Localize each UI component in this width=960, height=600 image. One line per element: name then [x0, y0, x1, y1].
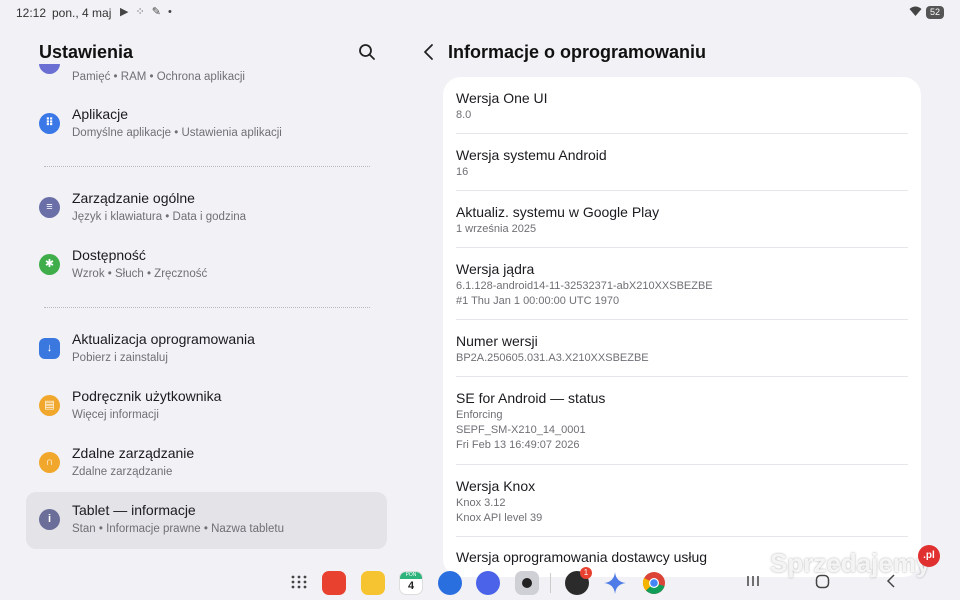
info-row-value: #1 Thu Jan 1 00:00:00 UTC 1970 [456, 295, 620, 307]
menu-item-software-update[interactable]: ↓ Aktualizacja oprogramowania Pobierz i … [26, 321, 387, 378]
settings-title: Ustawienia [39, 42, 134, 62]
camera-app-icon[interactable] [515, 571, 539, 595]
info-row-value: Fri Feb 13 16:49:07 2026 [456, 439, 580, 451]
dock-divider [550, 573, 551, 593]
menu-item-title: Aplikacje [72, 106, 129, 122]
calendar-app-icon[interactable]: PON 4 [399, 571, 423, 595]
menu-item-title: Aktualizacja oprogramowania [72, 331, 255, 347]
info-row-title: Wersja One UI [456, 90, 548, 106]
menu-item-title: Podręcznik użytkownika [72, 388, 222, 404]
menu-item-subtitle: Więcej informacji [72, 409, 159, 421]
chrome-app-icon[interactable] [642, 571, 666, 595]
app-drawer-icon[interactable] [291, 574, 307, 590]
divider [44, 166, 370, 167]
manual-icon: ▤ [39, 395, 60, 416]
watermark: Sprzedajemy [770, 548, 931, 578]
status-time: 12:12 [16, 6, 47, 20]
info-row-google-play-update[interactable]: Aktualiz. systemu w Google Play 1 wrześn… [443, 191, 921, 248]
messages-app-icon[interactable] [438, 571, 462, 595]
info-icon: i [39, 509, 60, 530]
menu-item-subtitle: Zdalne zarządzanie [72, 466, 173, 478]
calendar-day: 4 [407, 580, 415, 592]
menu-item-subtitle: Stan • Informacje prawne • Nazwa tabletu [72, 523, 284, 535]
notification-icons: ▶ ⁘ ✎ • [120, 6, 174, 18]
info-row-value: SEPF_SM-X210_14_0001 [456, 424, 586, 436]
settings-app-icon[interactable]: 1 [565, 567, 592, 595]
browser-app-icon[interactable] [476, 571, 500, 595]
info-row-title: Aktualiz. systemu w Google Play [456, 204, 660, 220]
info-row-value: 16 [456, 166, 469, 178]
menu-item-about-tablet[interactable]: i Tablet — informacje Stan • Informacje … [26, 492, 387, 549]
info-row-value: 8.0 [456, 109, 472, 121]
software-info-card: Wersja One UI 8.0 Wersja systemu Android… [443, 77, 921, 577]
page-title: Informacje o oprogramowaniu [448, 42, 707, 62]
info-row-kernel-version[interactable]: Wersja jądra 6.1.128-android14-11-325323… [443, 248, 921, 320]
info-row-value: Knox API level 39 [456, 512, 543, 524]
gemini-app-icon[interactable] [603, 571, 627, 595]
info-row-se-status[interactable]: SE for Android — status Enforcing SEPF_S… [443, 377, 921, 465]
menu-item-subtitle: Domyślne aplikacje • Ustawienia aplikacj… [72, 127, 282, 139]
back-arrow-icon[interactable] [420, 42, 438, 62]
menu-item-title: Zdalne zarządzanie [72, 445, 195, 461]
menu-item-subtitle: Język i klawiatura • Data i godzina [72, 211, 247, 223]
apps-icon: ⠿ [39, 113, 60, 134]
info-row-value: BP2A.250605.031.A3.X210XXSBEZBE [456, 352, 649, 364]
calendar-weekday: PON [400, 572, 422, 579]
menu-item-partial-sub[interactable]: Pamięć • RAM • Ochrona aplikacji [72, 71, 245, 83]
info-row-value: 6.1.128-android14-11-32532371-abX210XXSB… [456, 280, 713, 292]
info-row-title: Wersja jądra [456, 261, 535, 277]
menu-item-title: Zarządzanie ogólne [72, 190, 195, 206]
info-row-title: Wersja Knox [456, 478, 536, 494]
menu-item-title: Dostępność [72, 247, 146, 263]
menu-item-user-manual[interactable]: ▤ Podręcznik użytkownika Więcej informac… [26, 378, 387, 435]
info-row-value: Knox 3.12 [456, 497, 506, 509]
menu-item-title: Tablet — informacje [72, 502, 196, 518]
menu-item-apps[interactable]: ⠿ Aplikacje Domyślne aplikacje • Ustawie… [26, 96, 387, 153]
info-row-android-version[interactable]: Wersja systemu Android 16 [443, 134, 921, 191]
info-row-title: Wersja systemu Android [456, 147, 607, 163]
wifi-icon [909, 6, 922, 20]
info-row-knox-version[interactable]: Wersja Knox Knox 3.12 Knox API level 39 [443, 465, 921, 537]
update-icon: ↓ [39, 338, 60, 359]
status-bar: 12:12 pon., 4 maj ▶ ⁘ ✎ • 52 [0, 0, 960, 26]
notes-app-icon[interactable] [322, 571, 346, 595]
headset-icon: ∩ [39, 452, 60, 473]
info-row-title: Numer wersji [456, 333, 538, 349]
camera-lens-icon [522, 578, 532, 588]
info-row-value: 1 września 2025 [456, 223, 537, 235]
sliders-icon: ≡ [39, 197, 60, 218]
files-app-icon[interactable] [361, 571, 385, 595]
info-row-title: Wersja oprogramowania dostawcy usług [456, 549, 708, 565]
menu-item-remote-management[interactable]: ∩ Zdalne zarządzanie Zdalne zarządzanie [26, 435, 387, 492]
status-date: pon., 4 maj [52, 6, 112, 20]
info-row-title: SE for Android — status [456, 390, 606, 406]
menu-item-subtitle: Wzrok • Słuch • Zręczność [72, 268, 208, 280]
battery-icon: 52 [926, 6, 944, 19]
watermark-badge: .pl [918, 545, 940, 567]
divider [44, 307, 370, 308]
recents-button[interactable] [746, 574, 760, 593]
info-row-value: Enforcing [456, 409, 503, 421]
accessibility-icon: ✱ [39, 254, 60, 275]
menu-item-subtitle: Pobierz i zainstaluj [72, 352, 168, 364]
menu-item-general-management[interactable]: ≡ Zarządzanie ogólne Język i klawiatura … [26, 180, 387, 237]
search-icon[interactable] [358, 43, 376, 61]
storage-icon [39, 64, 60, 74]
menu-item-accessibility[interactable]: ✱ Dostępność Wzrok • Słuch • Zręczność [26, 237, 387, 294]
info-row-build-number[interactable]: Numer wersji BP2A.250605.031.A3.X210XXSB… [443, 320, 921, 377]
info-row-one-ui[interactable]: Wersja One UI 8.0 [443, 77, 921, 134]
notification-badge: 1 [580, 567, 592, 579]
